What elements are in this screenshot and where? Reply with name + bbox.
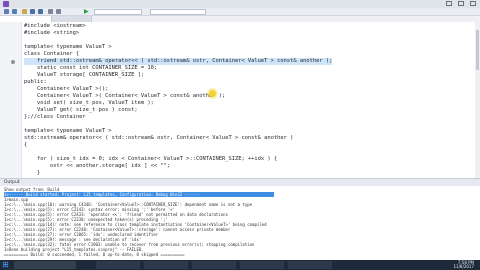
- save-all-icon[interactable]: [38, 9, 43, 14]
- open-folder-icon[interactable]: [22, 9, 27, 14]
- output-line: ========== Build: 0 succeeded, 1 failed,…: [4, 252, 185, 257]
- taskbar-item-visual-studio[interactable]: [192, 261, 236, 269]
- code-line[interactable]: public:: [24, 79, 47, 86]
- code-line[interactable]: template< typename ValueT >: [24, 128, 112, 135]
- scrollbar-thumb[interactable]: [476, 30, 479, 70]
- window-controls: [446, 1, 476, 6]
- undo-icon[interactable]: [48, 9, 53, 14]
- code-line[interactable]: ValueT storage[ CONTAINER_SIZE ];: [24, 72, 144, 79]
- code-line[interactable]: #include <iostream>: [24, 23, 86, 30]
- code-line[interactable]: ValueT get( size_t pos ) const;: [24, 107, 138, 114]
- clock-date: 11/8/2017: [453, 264, 474, 269]
- code-line[interactable]: static const int CONTAINER_SIZE = 10;: [24, 65, 157, 72]
- forward-icon[interactable]: [12, 9, 17, 14]
- code-line[interactable]: void set( size_t pos, ValueT item );: [24, 100, 154, 107]
- configuration-select[interactable]: [94, 9, 142, 15]
- code-line[interactable]: class Container {: [24, 51, 79, 58]
- code-line[interactable]: Container< ValueT >( Container< ValueT >…: [24, 93, 225, 100]
- line-gutter: [0, 22, 22, 178]
- minimize-icon[interactable]: [446, 1, 452, 6]
- code-editor[interactable]: #include <iostream> #include <string> te…: [0, 22, 480, 178]
- code-line[interactable]: }: [24, 170, 40, 177]
- close-icon[interactable]: [470, 1, 476, 6]
- save-icon[interactable]: [30, 9, 35, 14]
- start-debugging-button[interactable]: ▶: [84, 9, 91, 15]
- system-clock[interactable]: 7:58 PM 11/8/2017: [453, 261, 474, 269]
- code-line-selected[interactable]: friend std::ostream& operator<< ( std::o…: [24, 58, 333, 65]
- taskbar-item-app[interactable]: [240, 261, 284, 269]
- output-panel[interactable]: Show output from: Build 1>------ Build s…: [0, 186, 480, 260]
- code-line[interactable]: ostr << another.storage[ idx ] << "";: [24, 163, 170, 170]
- toolbar: ▶: [0, 8, 480, 16]
- taskbar-search[interactable]: [14, 261, 76, 269]
- redo-icon[interactable]: [56, 9, 61, 14]
- code-line[interactable]: #include <string>: [24, 30, 79, 37]
- breakpoint-marker[interactable]: [11, 60, 15, 64]
- debugger-select[interactable]: [150, 9, 206, 15]
- taskbar-item-browser[interactable]: [96, 261, 140, 269]
- code-line[interactable]: for ( size_t idx = 0; idx < Container< V…: [24, 156, 277, 163]
- code-line[interactable]: std::ostream& operator<< ( std::ostream&…: [24, 135, 293, 142]
- maximize-icon[interactable]: [458, 1, 464, 6]
- output-panel-header: Output: [0, 178, 480, 186]
- output-line-selected[interactable]: 1>------ Build started: Project: L15_tem…: [4, 192, 274, 197]
- taskbar-item-files[interactable]: [144, 261, 188, 269]
- title-bar: [0, 0, 480, 8]
- taskbar-item-app[interactable]: [288, 261, 332, 269]
- editor-scrollbar[interactable]: [475, 22, 480, 178]
- code-line[interactable]: {: [24, 142, 27, 149]
- taskbar: ⊞ 7:58 PM 11/8/2017: [0, 260, 480, 270]
- visual-studio-icon: [3, 1, 9, 7]
- windows-start-icon[interactable]: ⊞: [2, 261, 10, 269]
- code-line[interactable]: };//class Container: [24, 114, 86, 121]
- code-line[interactable]: template< typename ValueT >: [24, 44, 112, 51]
- back-icon[interactable]: [4, 9, 9, 14]
- mouse-cursor-highlight: [209, 90, 216, 97]
- code-line[interactable]: Container< ValueT >();: [24, 86, 108, 93]
